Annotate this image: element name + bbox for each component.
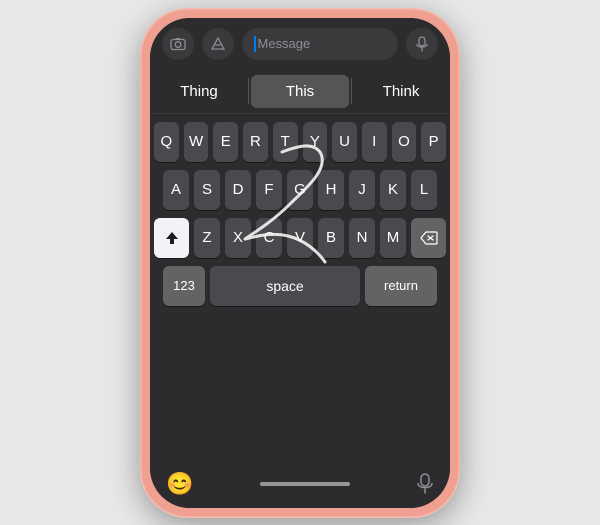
key-j[interactable]: J [349, 170, 375, 210]
predictive-item-this[interactable]: This [251, 75, 349, 108]
key-l[interactable]: L [411, 170, 437, 210]
key-c[interactable]: C [256, 218, 282, 258]
keyboard-row-1: Q W E R T Y U I O P [154, 122, 446, 162]
keyboard-row-2: A S D F G H J K L [154, 170, 446, 210]
predictive-divider-left [248, 78, 249, 104]
num-key[interactable]: 123 [163, 266, 205, 306]
delete-key[interactable] [411, 218, 446, 258]
key-p[interactable]: P [421, 122, 446, 162]
message-input[interactable]: Message [242, 28, 398, 60]
key-u[interactable]: U [332, 122, 357, 162]
keyboard-area: Q W E R T Y U I O P A S D F G H J K [150, 114, 450, 460]
key-e[interactable]: E [213, 122, 238, 162]
key-o[interactable]: O [392, 122, 417, 162]
top-bar: Message [150, 18, 450, 70]
mic-input-button[interactable] [406, 28, 438, 60]
emoji-button[interactable]: 😊 [166, 471, 193, 497]
key-m[interactable]: M [380, 218, 406, 258]
key-w[interactable]: W [184, 122, 209, 162]
space-key[interactable]: space [210, 266, 360, 306]
key-z[interactable]: Z [194, 218, 220, 258]
phone-shell: Message Thing This Think [140, 8, 460, 518]
key-i[interactable]: I [362, 122, 387, 162]
keyboard-row-3: Z X C V B N M [154, 218, 446, 258]
predictive-bar: Thing This Think [150, 70, 450, 114]
shift-key[interactable] [154, 218, 189, 258]
key-f[interactable]: F [256, 170, 282, 210]
key-h[interactable]: H [318, 170, 344, 210]
key-x[interactable]: X [225, 218, 251, 258]
phone-screen: Message Thing This Think [150, 18, 450, 508]
key-b[interactable]: B [318, 218, 344, 258]
key-y[interactable]: Y [303, 122, 328, 162]
app-store-button[interactable] [202, 28, 234, 60]
message-placeholder: Message [258, 36, 311, 51]
key-q[interactable]: Q [154, 122, 179, 162]
key-r[interactable]: R [243, 122, 268, 162]
keyboard-row-4: 123 space return [154, 266, 446, 306]
key-t[interactable]: T [273, 122, 298, 162]
key-s[interactable]: S [194, 170, 220, 210]
predictive-item-thing[interactable]: Thing [150, 70, 248, 113]
key-g[interactable]: G [287, 170, 313, 210]
mic-button[interactable] [416, 473, 434, 495]
camera-button[interactable] [162, 28, 194, 60]
home-indicator [260, 482, 350, 486]
return-key[interactable]: return [365, 266, 437, 306]
key-k[interactable]: K [380, 170, 406, 210]
key-d[interactable]: D [225, 170, 251, 210]
key-v[interactable]: V [287, 218, 313, 258]
key-a[interactable]: A [163, 170, 189, 210]
predictive-item-think[interactable]: Think [352, 70, 450, 113]
key-n[interactable]: N [349, 218, 375, 258]
bottom-bar: 😊 [150, 460, 450, 508]
